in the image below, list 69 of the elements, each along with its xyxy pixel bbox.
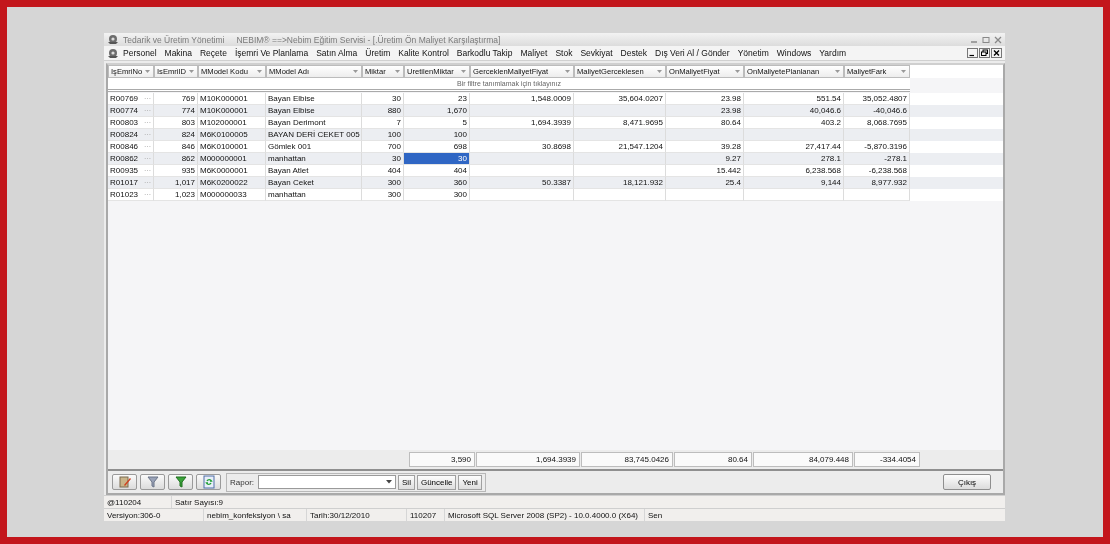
gear-icon[interactable]	[107, 47, 119, 59]
caret-icon[interactable]	[386, 480, 392, 484]
menu-item[interactable]: Stok	[551, 48, 577, 58]
status-text: 110207	[407, 509, 445, 521]
table-cell: manhattan	[266, 189, 362, 201]
total-cell: 1,694.3939	[476, 452, 580, 467]
close-icon[interactable]	[991, 48, 1002, 58]
dropdown-arrow-icon[interactable]	[352, 69, 359, 74]
filter-button[interactable]	[140, 474, 165, 490]
edit-icon[interactable]	[117, 475, 132, 489]
status-text: Satır Sayısı:9	[174, 496, 225, 508]
menu-item[interactable]: Sevkiyat	[576, 48, 617, 58]
restore-icon[interactable]	[979, 48, 990, 58]
report-label: Rapor:	[230, 477, 254, 487]
status-text: Tarih:30/12/2010	[307, 509, 407, 521]
dropdown-arrow-icon[interactable]	[460, 69, 467, 74]
menu-item[interactable]: Yardım	[815, 48, 851, 58]
total-cell: 3,590	[409, 452, 475, 467]
menu-item[interactable]: Üretim	[361, 48, 395, 58]
menu-item[interactable]: İşemri Ve Planlama	[230, 48, 313, 58]
menu-item[interactable]: Personel	[119, 48, 161, 58]
selected-cell: 30	[404, 153, 470, 165]
dropdown-arrow-icon[interactable]	[734, 69, 741, 74]
dropdown-arrow-icon[interactable]	[188, 69, 195, 74]
table-cell: 1,023	[154, 189, 198, 201]
toolbar-button[interactable]: Yeni	[458, 474, 482, 490]
table-cell: 300	[404, 189, 470, 201]
exit-button[interactable]: Çıkış	[943, 474, 991, 490]
total-cell: 80.64	[674, 452, 752, 467]
filter-button[interactable]	[168, 474, 193, 490]
status-text: Microsoft SQL Server 2008 (SP2) - 10.0.4000.0 (X64)	[445, 509, 645, 521]
table-cell: R01023	[108, 189, 142, 201]
total-cell: 84,079.448	[753, 452, 853, 467]
menu-item[interactable]: Maliyet	[516, 48, 552, 58]
menu-item[interactable]: Satın Alma	[312, 48, 362, 58]
filter-icon[interactable]	[173, 475, 188, 489]
status-text: Sen	[647, 509, 664, 521]
dropdown-arrow-icon[interactable]	[394, 69, 401, 74]
dropdown-arrow-icon[interactable]	[256, 69, 263, 74]
menu-item[interactable]: Dış Veri Al / Gönder	[651, 48, 734, 58]
filter-icon[interactable]	[145, 475, 160, 489]
refresh-button[interactable]	[196, 474, 221, 490]
app-title: Tedarik ve Üretim Yönetimi	[123, 34, 225, 45]
dropdown-arrow-icon[interactable]	[564, 69, 571, 74]
menu-item[interactable]: Windows	[772, 48, 816, 58]
total-cell: -334.4054	[854, 452, 920, 467]
toolbar-button[interactable]: Güncelle	[416, 474, 457, 490]
table-cell: 300	[362, 189, 404, 201]
menu-item[interactable]: Destek	[616, 48, 651, 58]
table-cell: M000000033	[198, 189, 266, 201]
dropdown-arrow-icon[interactable]	[656, 69, 663, 74]
edit-button[interactable]	[112, 474, 137, 490]
menu-item[interactable]: Reçete	[195, 48, 231, 58]
refresh-icon[interactable]	[201, 475, 216, 489]
menu-item[interactable]: Yönetim	[733, 48, 773, 58]
maximize-icon[interactable]	[982, 35, 990, 44]
dropdown-arrow-icon[interactable]	[834, 69, 841, 74]
status-text: Versiyon:306-0	[104, 509, 204, 521]
dropdown-arrow-icon[interactable]	[900, 69, 907, 74]
minimize-icon[interactable]	[967, 48, 978, 58]
window-title: NEBIM® ==>Nebim Eğitim Servisi - [.Üretim Ön Maliyet Karşılaştırma]	[236, 34, 501, 45]
menu-item[interactable]: Makina	[160, 48, 196, 58]
toolbar-button[interactable]: Sil	[398, 474, 415, 490]
total-cell: 83,745.0426	[581, 452, 673, 467]
dropdown-arrow-icon[interactable]	[144, 69, 151, 74]
menu-item[interactable]: Barkodlu Takip	[452, 48, 517, 58]
gear-icon	[107, 34, 119, 45]
menu-item[interactable]: Kalite Kontrol	[394, 48, 453, 58]
status-text: nebim_konfeksiyon \ sa	[204, 509, 307, 521]
